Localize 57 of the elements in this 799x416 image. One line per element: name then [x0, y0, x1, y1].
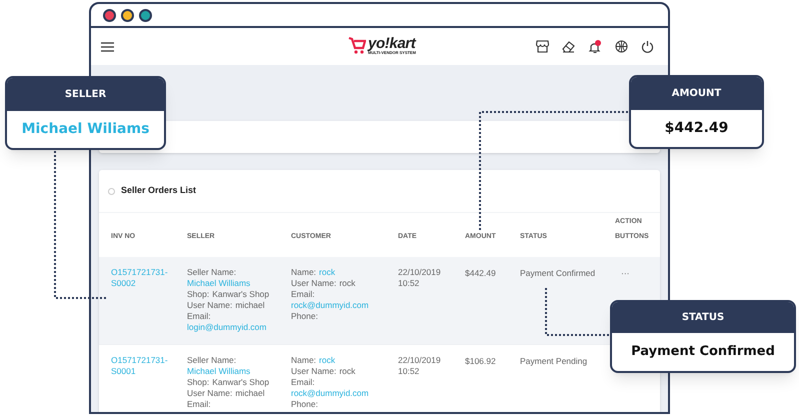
card-title: Seller Orders List — [121, 184, 196, 198]
radio-icon — [108, 188, 115, 194]
callout-title: AMOUNT — [672, 87, 722, 101]
field-value: michael — [235, 300, 265, 310]
field-value: michael — [235, 388, 265, 398]
field-label: User Name: — [291, 278, 336, 288]
store-icon[interactable] — [536, 40, 549, 53]
field-label: Email: — [291, 377, 315, 387]
window-control-button[interactable] — [121, 8, 134, 22]
window-control-button[interactable] — [103, 8, 116, 22]
eraser-icon[interactable] — [562, 40, 575, 53]
window-control-button[interactable] — [139, 8, 152, 22]
field-label: User Name: — [187, 388, 232, 398]
power-icon[interactable] — [641, 40, 654, 53]
link[interactable]: Michael Williams — [187, 278, 250, 289]
more-actions-button[interactable]: ··· — [615, 268, 630, 279]
callout-value: Payment Confirmed — [631, 343, 775, 362]
link[interactable]: login@dummyid.com — [187, 322, 266, 333]
date-text: 22/10/2019 10:52 — [398, 355, 442, 377]
status-text: Payment Confirmed — [520, 268, 596, 278]
amount-text: $442.49 — [465, 268, 496, 278]
invoice-link[interactable]: O1571721731-S0002 — [111, 267, 181, 289]
callout-value: Michael Wiliams — [22, 120, 150, 139]
globe-icon[interactable] — [615, 40, 628, 53]
field-label: Seller Name: — [187, 267, 236, 277]
callout-title: SELLER — [64, 88, 106, 102]
field-label: User Name: — [291, 366, 336, 376]
field-label: Phone: — [291, 311, 318, 321]
field-label: Phone: — [291, 399, 318, 409]
field-label: Email: — [187, 311, 211, 321]
menu-icon[interactable] — [101, 42, 114, 52]
field-label: Seller Name: — [187, 355, 236, 365]
field-value: Kanwar's Shop — [212, 289, 270, 299]
amount-text: $106.92 — [465, 356, 496, 366]
field-label: Shop: — [187, 289, 210, 299]
callout-value: $442.49 — [664, 119, 728, 138]
field-label: Name: — [291, 267, 316, 277]
link[interactable]: rock — [319, 267, 336, 278]
field-label: User Name: — [187, 300, 232, 310]
field-label: Name: — [291, 355, 316, 365]
callout-title: STATUS — [682, 311, 724, 325]
field-label: Email: — [291, 289, 315, 299]
link[interactable]: rock — [319, 355, 336, 366]
invoice-link[interactable]: O1571721731-S0001 — [111, 355, 181, 377]
field-value: Kanwar's Shop — [212, 377, 270, 387]
field-label: Email: — [187, 399, 211, 409]
link[interactable]: Michael Williams — [187, 366, 250, 377]
shopping-cart-icon — [348, 35, 366, 55]
logo-text: yo!kart — [368, 36, 416, 50]
date-text: 22/10/2019 10:52 — [398, 267, 442, 289]
status-text: Payment Pending — [520, 356, 588, 366]
link[interactable]: rock@dummyid.com — [291, 300, 369, 311]
field-label: Shop: — [187, 377, 210, 387]
field-value: rock — [339, 366, 356, 376]
field-value: rock — [339, 278, 356, 288]
link[interactable]: rock@dummyid.com — [291, 388, 369, 399]
notification-bell-icon[interactable] — [588, 40, 602, 54]
